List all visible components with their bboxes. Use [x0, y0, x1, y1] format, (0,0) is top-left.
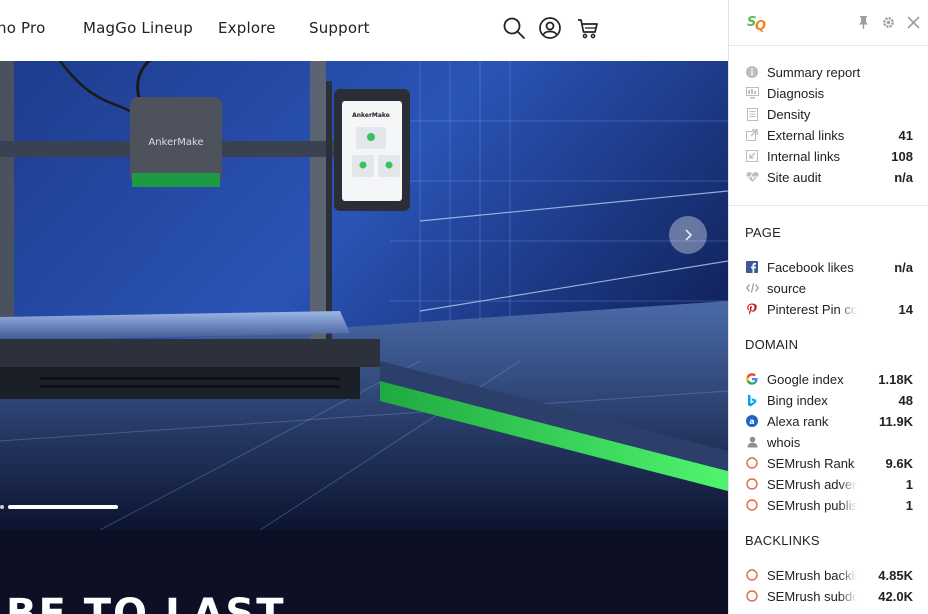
nav-link-maggo-lineup[interactable]: MagGo Lineup — [83, 19, 193, 37]
semrush-icon — [745, 568, 759, 582]
user-icon — [745, 435, 759, 449]
google-index-label: Google index — [767, 371, 844, 387]
svg-text:Q: Q — [755, 19, 766, 34]
alexa-rank-value: 11.9K — [879, 413, 913, 429]
domain-section-title: DOMAIN — [745, 337, 799, 352]
semrush-rank-value: 9.6K — [885, 455, 913, 471]
pinterest-pins-label: Pinterest Pin co — [767, 301, 857, 317]
facebook-icon — [745, 260, 759, 274]
semrush-backlinks-item[interactable]: SEMrush backli 4.85K — [745, 566, 913, 584]
semrush-advertisers-value: 1 — [905, 476, 913, 492]
page: no Pro MagGo Lineup Explore Support Anke… — [0, 0, 928, 614]
semrush-icon — [745, 456, 759, 470]
gear-icon[interactable] — [881, 15, 896, 30]
semrush-publishers-value: 1 — [905, 497, 913, 513]
hero-illustration: AnkerMake AnkerMake — [0, 61, 728, 530]
monitor-icon — [745, 86, 759, 100]
internal-link-icon — [745, 149, 759, 163]
semrush-advertisers-item[interactable]: SEMrush advert 1 — [745, 475, 913, 493]
seoquake-logo-icon: S Q — [745, 10, 769, 34]
summary-report-label: Summary report — [767, 64, 861, 80]
bing-index-value: 48 — [898, 392, 913, 408]
info-icon — [745, 65, 759, 79]
semrush-icon — [745, 498, 759, 512]
promo-band: BE TO LAST — [0, 530, 728, 614]
site-audit-label: Site audit — [767, 169, 822, 185]
semrush-icon — [745, 477, 759, 491]
site-audit-value: n/a — [894, 169, 913, 185]
seoquake-panel: S Q Summary report Diagnosis Density Ext… — [728, 0, 928, 614]
external-links-label: External links — [767, 127, 845, 143]
seoquake-header: S Q — [729, 0, 928, 46]
backlinks-section-title: BACKLINKS — [745, 533, 820, 548]
source-item[interactable]: source — [745, 279, 913, 297]
source-label: source — [767, 280, 807, 296]
internal-links-item[interactable]: Internal links 108 — [745, 147, 913, 165]
internal-links-label: Internal links — [767, 148, 840, 164]
hero-banner: AnkerMake AnkerMake — [0, 61, 728, 530]
whois-item[interactable]: whois — [745, 433, 913, 451]
external-links-value: 41 — [898, 127, 913, 143]
document-icon — [745, 107, 759, 121]
semrush-rank-label: SEMrush Rank — [767, 455, 855, 471]
alexa-rank-label: Alexa rank — [767, 413, 829, 429]
chevron-right-icon — [681, 228, 695, 242]
top-nav: no Pro MagGo Lineup Explore Support — [0, 0, 728, 61]
google-index-value: 1.18K — [878, 371, 913, 387]
semrush-advertisers-label: SEMrush advert — [767, 476, 857, 492]
promo-headline: BE TO LAST — [6, 591, 286, 614]
external-links-item[interactable]: External links 41 — [745, 126, 913, 144]
semrush-backlinks-label: SEMrush backli — [767, 567, 857, 583]
account-icon[interactable] — [538, 16, 562, 40]
semrush-subdomains-label: SEMrush subdo — [767, 588, 857, 604]
pin-icon[interactable] — [856, 15, 871, 30]
divider — [729, 205, 928, 206]
semrush-backlinks-value: 4.85K — [878, 567, 913, 583]
diagnosis-label: Diagnosis — [767, 85, 825, 101]
whois-label: whois — [767, 434, 801, 450]
pinterest-pins-value: 14 — [898, 301, 913, 317]
semrush-subdomains-value: 42.0K — [878, 588, 913, 604]
internal-links-value: 108 — [891, 148, 913, 164]
heartbeat-icon — [745, 170, 759, 184]
carousel-dot-1[interactable] — [0, 505, 4, 509]
facebook-likes-label: Facebook likes — [767, 259, 854, 275]
semrush-icon — [745, 589, 759, 603]
density-label: Density — [767, 106, 811, 122]
diagnosis-item[interactable]: Diagnosis — [745, 84, 913, 102]
site-audit-item[interactable]: Site audit n/a — [745, 168, 913, 186]
search-icon[interactable] — [502, 16, 526, 40]
nav-link-support[interactable]: Support — [309, 19, 370, 37]
semrush-publishers-item[interactable]: SEMrush publis 1 — [745, 496, 913, 514]
carousel-next-button[interactable] — [669, 216, 707, 254]
bing-index-item[interactable]: Bing index 48 — [745, 391, 913, 409]
carousel-indicators — [0, 505, 130, 509]
print-head-brand: AnkerMake — [148, 137, 203, 148]
density-item[interactable]: Density — [745, 105, 913, 123]
pinterest-pins-item[interactable]: Pinterest Pin co 14 — [745, 300, 913, 318]
semrush-rank-item[interactable]: SEMrush Rank 9.6K — [745, 454, 913, 472]
bing-index-label: Bing index — [767, 392, 828, 408]
semrush-subdomains-item[interactable]: SEMrush subdo 42.0K — [745, 587, 913, 605]
external-link-icon — [745, 128, 759, 142]
summary-report-item[interactable]: Summary report — [745, 63, 913, 81]
code-icon — [745, 281, 759, 295]
facebook-likes-item[interactable]: Facebook likes n/a — [745, 258, 913, 276]
alexa-rank-item[interactable]: a Alexa rank 11.9K — [745, 412, 913, 430]
cart-icon[interactable] — [576, 16, 600, 40]
close-icon[interactable] — [906, 15, 921, 30]
semrush-publishers-label: SEMrush publis — [767, 497, 857, 513]
bing-icon — [745, 393, 759, 407]
nav-link-explore[interactable]: Explore — [218, 19, 276, 37]
screen-brand: AnkerMake — [352, 112, 390, 119]
nav-link-nano-pro[interactable]: no Pro — [0, 19, 45, 37]
pinterest-icon — [745, 302, 759, 316]
carousel-dot-active[interactable] — [8, 505, 118, 509]
facebook-likes-value: n/a — [894, 259, 913, 275]
alexa-icon: a — [745, 414, 759, 428]
google-icon — [745, 372, 759, 386]
page-section-title: PAGE — [745, 225, 781, 240]
svg-text:a: a — [749, 417, 754, 426]
google-index-item[interactable]: Google index 1.18K — [745, 370, 913, 388]
